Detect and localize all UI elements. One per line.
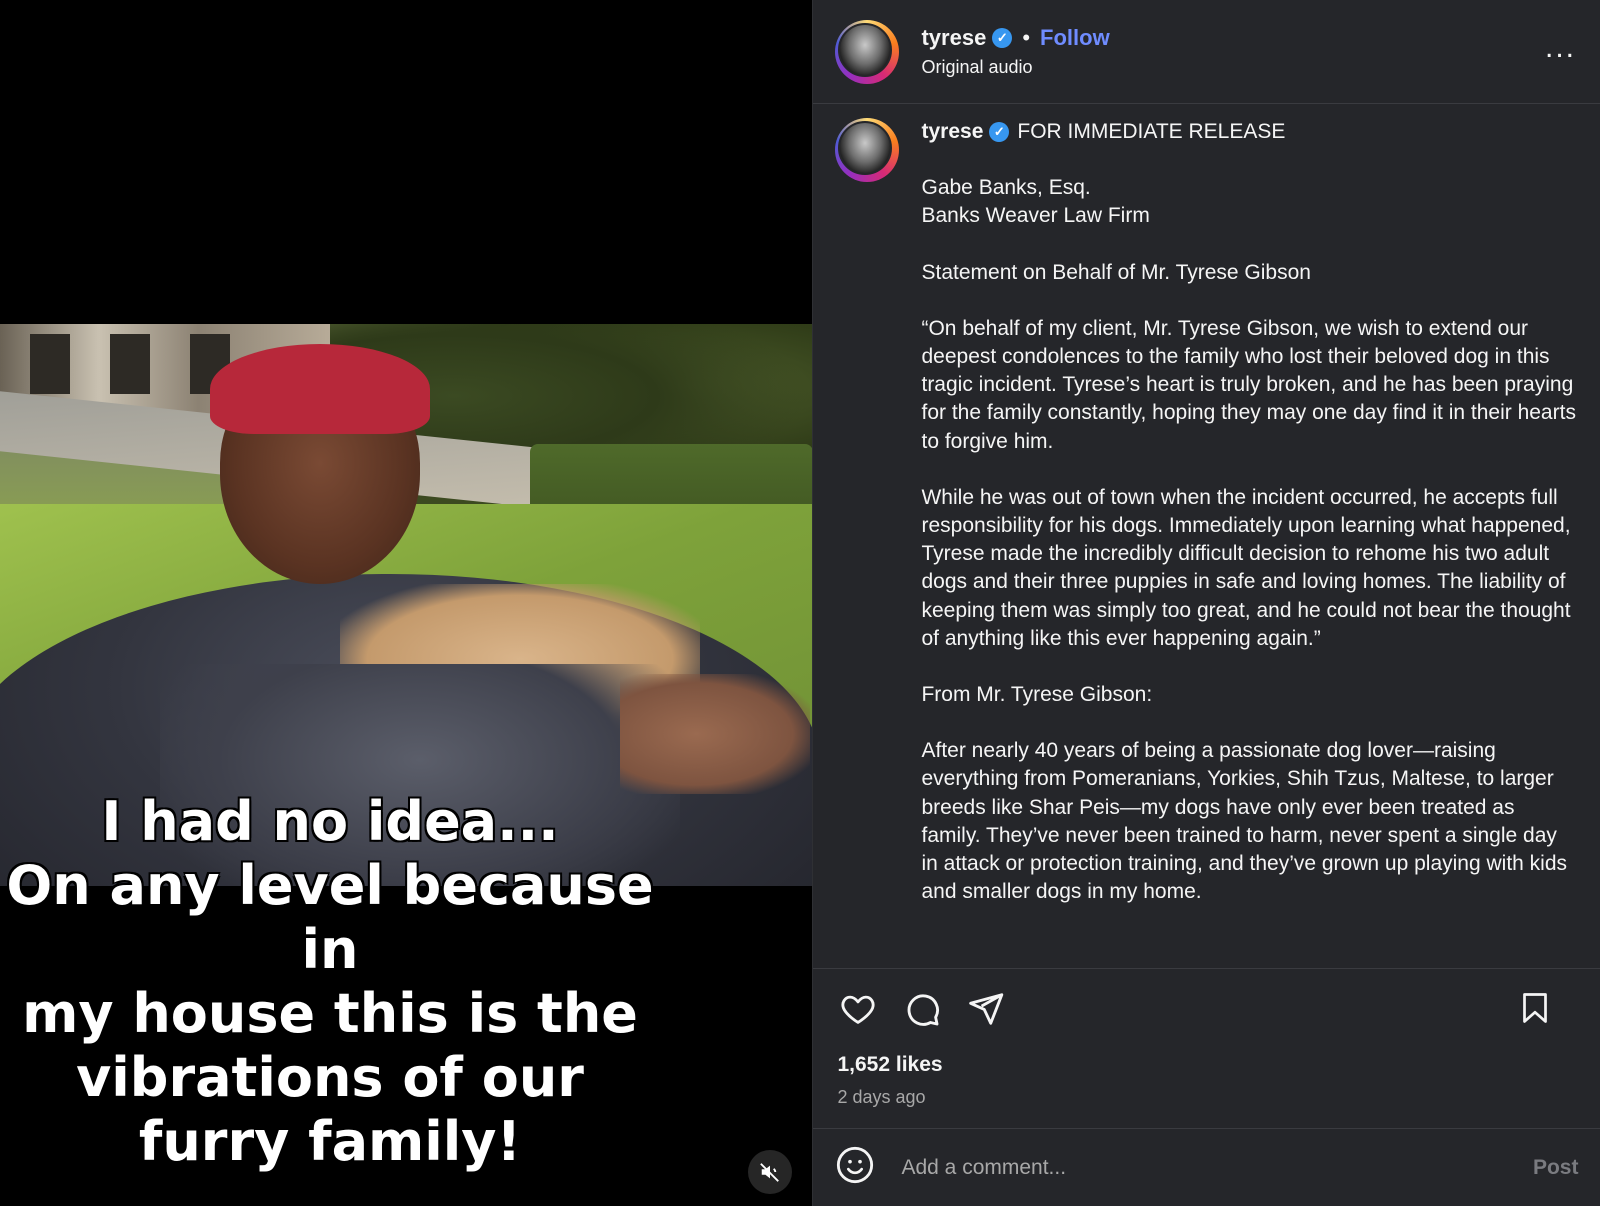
caption-paragraph: Statement on Behalf of Mr. Tyrese Gibson	[921, 260, 1311, 284]
more-options-icon[interactable]: ...	[1545, 33, 1576, 63]
post-comment-button[interactable]: Post	[1533, 1156, 1579, 1180]
save-button[interactable]	[1514, 987, 1556, 1029]
follow-button[interactable]: Follow	[1040, 25, 1110, 51]
audio-label[interactable]: Original audio	[921, 57, 1109, 78]
separator-dot: •	[1022, 25, 1031, 50]
caption-paragraph: While he was out of town when the incide…	[921, 485, 1571, 650]
emoji-button[interactable]	[835, 1145, 875, 1190]
caption-username[interactable]: tyrese	[921, 118, 983, 146]
caption-text: tyrese ✓ FOR IMMEDIATE RELEASE Gabe Bank…	[921, 118, 1576, 968]
reel-video[interactable]: I had no idea... On any level because in…	[0, 0, 813, 1206]
post-panel: tyrese ✓ • Follow Original audio ... tyr…	[812, 0, 1600, 1206]
comment-button[interactable]	[901, 988, 943, 1030]
caption-paragraph: After nearly 40 years of being a passion…	[921, 739, 1568, 904]
paper-plane-icon	[969, 993, 1004, 1025]
speaker-muted-icon	[760, 1163, 779, 1182]
comment-bar: Post	[813, 1128, 1600, 1206]
post-caption: tyrese ✓ FOR IMMEDIATE RELEASE Gabe Bank…	[813, 104, 1600, 969]
action-bar	[813, 969, 1600, 1049]
caption-headline: FOR IMMEDIATE RELEASE	[1017, 120, 1286, 143]
comment-bubble-icon	[908, 994, 940, 1026]
caption-paragraph: Gabe Banks, Esq. Banks Weaver Law Firm	[921, 176, 1150, 228]
post-timestamp[interactable]: 2 days ago	[813, 1087, 1600, 1108]
caption-paragraph: “On behalf of my client, Mr. Tyrese Gibs…	[921, 316, 1576, 453]
mute-button[interactable]	[748, 1150, 792, 1194]
caption-paragraph: From Mr. Tyrese Gibson:	[921, 683, 1153, 707]
bookmark-icon	[1523, 993, 1547, 1023]
share-button[interactable]	[965, 988, 1007, 1030]
like-button[interactable]	[837, 988, 879, 1030]
heart-icon	[841, 995, 875, 1024]
like-count[interactable]: 1,652 likes	[813, 1053, 1600, 1077]
post-modal: I had no idea... On any level because in…	[0, 0, 1600, 1206]
verified-badge-icon: ✓	[989, 122, 1010, 143]
video-caption: I had no idea... On any level because in…	[6, 790, 654, 1173]
author-username[interactable]: tyrese	[921, 25, 986, 51]
post-header: tyrese ✓ • Follow Original audio ...	[813, 0, 1600, 104]
smiley-icon	[837, 1146, 874, 1184]
comment-input[interactable]	[899, 1154, 1533, 1181]
author-avatar[interactable]	[835, 19, 900, 84]
caption-avatar[interactable]	[835, 118, 900, 182]
verified-badge-icon: ✓	[992, 28, 1013, 48]
